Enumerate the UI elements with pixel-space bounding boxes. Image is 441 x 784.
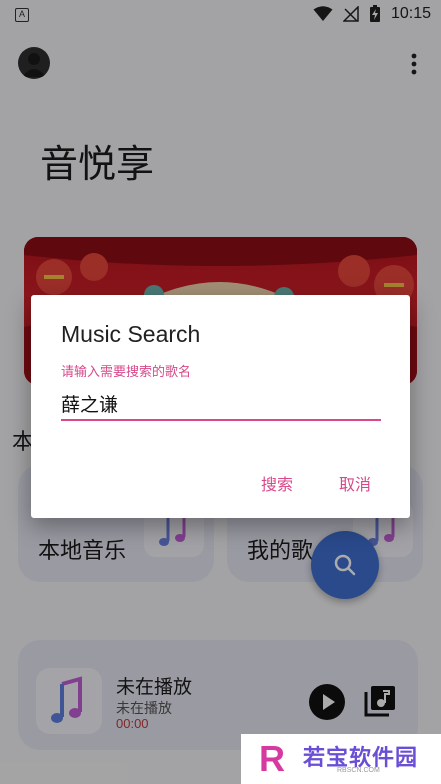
music-search-dialog: Music Search 请输入需要搜索的歌名 搜索 取消 xyxy=(31,295,410,518)
song-search-input[interactable] xyxy=(61,387,381,421)
dialog-title: Music Search xyxy=(61,321,201,347)
watermark-url: RBSCN.COM xyxy=(337,767,380,774)
watermark-logo-letter: R xyxy=(259,738,285,779)
watermark-logo: R 若宝软件园 RBSCN.COM xyxy=(241,734,441,784)
search-button[interactable]: 搜索 xyxy=(261,471,293,495)
cancel-button[interactable]: 取消 xyxy=(339,471,371,495)
search-field-hint: 请输入需要搜索的歌名 xyxy=(61,365,192,380)
